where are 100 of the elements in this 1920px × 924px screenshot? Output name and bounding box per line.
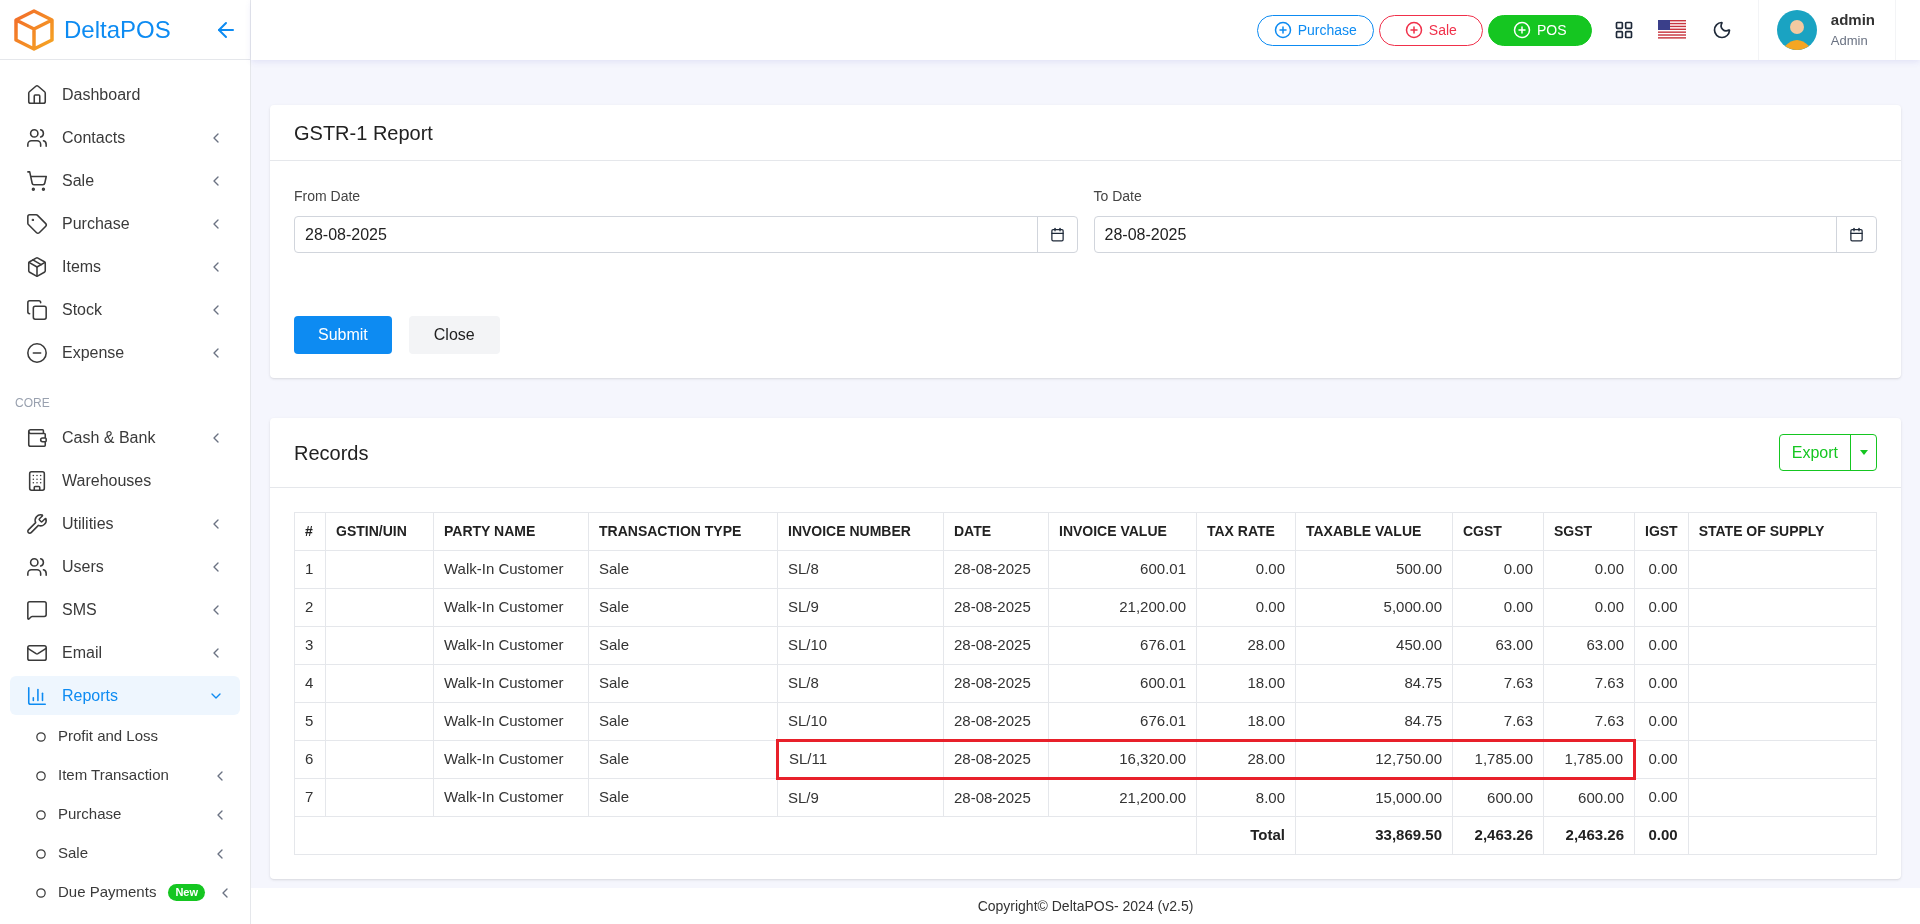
table-cell: 28-08-2025 bbox=[943, 778, 1049, 817]
sidebar-item[interactable]: Utilities bbox=[10, 504, 240, 543]
field-label: To Date bbox=[1093, 187, 1143, 206]
sidebar-item[interactable]: Expense bbox=[10, 333, 240, 372]
cart-icon bbox=[26, 169, 48, 192]
table-cell: Walk-In Customer bbox=[433, 778, 589, 817]
bullet-icon bbox=[36, 731, 46, 742]
home-icon bbox=[26, 83, 48, 106]
table-cell: 21,200.00 bbox=[1048, 588, 1197, 627]
wallet-icon bbox=[26, 426, 48, 449]
sidebar-item[interactable]: Dashboard bbox=[10, 75, 240, 114]
table-cell: 0.00 bbox=[1634, 626, 1689, 665]
submenu-item[interactable]: Purchase bbox=[10, 795, 240, 834]
table-cell: 16,320.00 bbox=[1048, 740, 1197, 779]
table-cell: 0.00 bbox=[1634, 702, 1689, 741]
plus-circle-icon bbox=[1273, 21, 1292, 39]
box-icon bbox=[26, 255, 48, 278]
table-cell: 0.00 bbox=[1196, 550, 1296, 589]
column-header: TRANSACTION TYPE bbox=[588, 512, 778, 551]
table-cell: Sale bbox=[588, 664, 778, 703]
column-header: STATE OF SUPPLY bbox=[1688, 512, 1877, 551]
table-cell: 0.00 bbox=[1634, 740, 1689, 779]
table-cell: 28-08-2025 bbox=[943, 626, 1049, 665]
column-header: INVOICE VALUE bbox=[1048, 512, 1197, 551]
submit-button[interactable]: Submit bbox=[294, 316, 392, 354]
table-cell: Sale bbox=[588, 550, 778, 589]
to-date-field[interactable]: 28-08-2025 bbox=[1093, 216, 1877, 253]
sidebar-item[interactable]: Contacts bbox=[10, 118, 240, 157]
bar-chart-icon bbox=[26, 684, 48, 707]
section-label: CORE bbox=[14, 395, 51, 412]
sidebar-item[interactable]: Cash & Bank bbox=[10, 418, 240, 457]
table-cell: Walk-In Customer bbox=[433, 664, 589, 703]
table-cell: 6 bbox=[294, 740, 326, 779]
column-header: PARTY NAME bbox=[433, 512, 589, 551]
table-cell: 676.01 bbox=[1048, 626, 1197, 665]
field-label: From Date bbox=[294, 187, 362, 206]
sidebar-item[interactable]: Sale bbox=[10, 161, 240, 200]
table-cell: 28-08-2025 bbox=[943, 664, 1049, 703]
footer: Copyright© DeltaPOS- 2024 (v2.5) bbox=[251, 888, 1920, 924]
column-header: GSTIN/UIN bbox=[325, 512, 434, 551]
table-cell: 600.00 bbox=[1543, 778, 1635, 817]
table-cell: 1 bbox=[294, 550, 326, 589]
table-cell: 0.00 bbox=[1543, 588, 1635, 627]
table-cell: Walk-In Customer bbox=[433, 588, 589, 627]
table-cell: Sale bbox=[588, 702, 778, 741]
us-flag-icon[interactable] bbox=[1657, 20, 1686, 40]
table-cell: 28-08-2025 bbox=[943, 588, 1049, 627]
user-role: Admin bbox=[1830, 32, 1869, 49]
column-header: DATE bbox=[943, 512, 1049, 551]
table-cell: Sale bbox=[588, 778, 778, 817]
submenu-item[interactable]: Item Transaction bbox=[10, 756, 240, 795]
table-cell: 84.75 bbox=[1295, 664, 1453, 703]
table-cell: 450.00 bbox=[1295, 626, 1453, 665]
plus-circle-icon bbox=[1404, 21, 1423, 39]
header-action-button[interactable]: Sale bbox=[1378, 14, 1483, 46]
table-cell: 0.00 bbox=[1452, 550, 1544, 589]
total-cell: 2,463.26 bbox=[1452, 816, 1544, 855]
table-cell: SL/9 bbox=[777, 588, 944, 627]
people-icon bbox=[26, 555, 48, 578]
building-icon bbox=[26, 469, 48, 492]
calendar-icon bbox=[1849, 227, 1864, 242]
table-cell: 2 bbox=[294, 588, 326, 627]
tag-icon bbox=[26, 212, 48, 235]
table-cell: Walk-In Customer bbox=[433, 740, 589, 779]
submenu-item[interactable]: Due Payments New bbox=[10, 873, 240, 912]
column-header: TAX RATE bbox=[1196, 512, 1296, 551]
table-cell: 15,000.00 bbox=[1295, 778, 1453, 817]
close-button[interactable]: Close bbox=[408, 316, 500, 354]
chat-icon bbox=[26, 598, 48, 621]
table-cell: 7 bbox=[294, 778, 326, 817]
wrench-icon bbox=[26, 512, 48, 535]
user-avatar-icon[interactable] bbox=[1776, 10, 1817, 50]
table-cell: 0.00 bbox=[1634, 664, 1689, 703]
card-title: Records bbox=[294, 440, 369, 466]
total-cell: 33,869.50 bbox=[1295, 816, 1453, 855]
submenu-item[interactable]: Profit and Loss bbox=[10, 717, 240, 756]
caret-down-icon bbox=[1859, 450, 1868, 455]
table-cell: 28-08-2025 bbox=[943, 550, 1049, 589]
table-cell: SL/9 bbox=[777, 778, 944, 817]
submenu-item[interactable]: Sale bbox=[10, 834, 240, 873]
sidebar-item[interactable]: Email bbox=[10, 633, 240, 672]
sidebar-item[interactable]: SMS bbox=[10, 590, 240, 629]
table-cell: Walk-In Customer bbox=[433, 626, 589, 665]
column-header: SGST bbox=[1543, 512, 1635, 551]
from-date-field[interactable]: 28-08-2025 bbox=[294, 216, 1078, 253]
sidebar-item[interactable]: Stock bbox=[10, 290, 240, 329]
sidebar-item[interactable]: Items bbox=[10, 247, 240, 286]
brand-name: DeltaPOS bbox=[64, 14, 171, 45]
table-cell: 5,000.00 bbox=[1295, 588, 1453, 627]
people-icon bbox=[26, 126, 48, 149]
sidebar-item[interactable]: Users bbox=[10, 547, 240, 586]
table-cell: 0.00 bbox=[1196, 588, 1296, 627]
header-action-button[interactable]: Purchase bbox=[1256, 14, 1374, 46]
sidebar-item[interactable]: Warehouses bbox=[10, 461, 240, 500]
table-cell: 0.00 bbox=[1452, 588, 1544, 627]
copy-icon bbox=[26, 298, 48, 321]
sidebar-item[interactable]: Purchase bbox=[10, 204, 240, 243]
table-cell: 600.00 bbox=[1452, 778, 1544, 817]
bullet-icon bbox=[36, 887, 46, 898]
bullet-icon bbox=[36, 848, 46, 859]
